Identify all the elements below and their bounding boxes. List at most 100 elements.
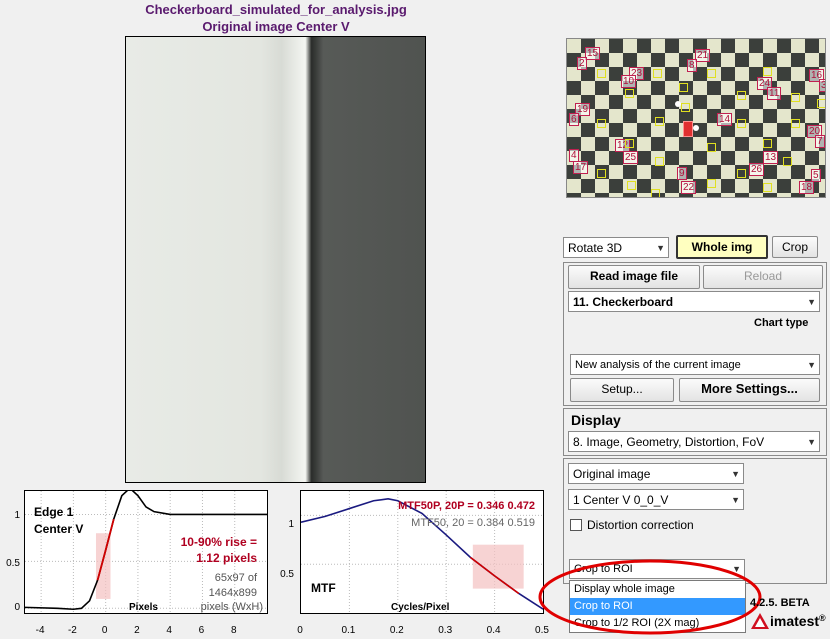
- reload-button[interactable]: Reload: [703, 265, 823, 289]
- roi-number-tag[interactable]: 17: [573, 161, 589, 174]
- more-settings-button[interactable]: More Settings...: [679, 378, 820, 402]
- roi-square-marker: [791, 119, 800, 128]
- chart-thumbnail[interactable]: 1522182310241116319614122520741713269225…: [566, 38, 826, 198]
- mtf-xtick-label: 0: [297, 625, 303, 636]
- roi-number-tag[interactable]: 3: [819, 79, 825, 92]
- edge-xtick-label: 2: [134, 625, 140, 636]
- mtf-ytick-05: 0.5: [280, 569, 294, 580]
- version-label: 4.2.5. BETA: [750, 597, 810, 609]
- roi-number-tag[interactable]: 14: [717, 113, 733, 126]
- roi-square-marker: [653, 69, 662, 78]
- distortion-label: Distortion correction: [587, 518, 694, 532]
- edge-plot-title: Edge 1: [34, 505, 74, 519]
- roi-select-value: 1 Center V 0_0_V: [573, 493, 669, 507]
- chart-select-value: 11. Checkerboard: [573, 295, 674, 309]
- selected-roi-marker: [683, 121, 693, 137]
- edge-ytick-05: 0.5: [6, 558, 20, 569]
- edge-ytick-0: 0: [14, 602, 20, 613]
- roi-size: 65x97 of: [214, 572, 257, 584]
- roi-number-tag[interactable]: 7: [815, 135, 825, 148]
- crop-button[interactable]: Crop: [772, 236, 818, 258]
- roi-square-marker: [737, 169, 746, 178]
- roi-number-tag[interactable]: 22: [681, 181, 697, 194]
- image-subtitle: Original image Center V: [202, 19, 350, 34]
- roi-select[interactable]: 1 Center V 0_0_V ▼: [568, 489, 744, 510]
- roi-square-marker: [625, 139, 634, 148]
- edge-xlabel: Pixels: [129, 602, 158, 613]
- edge-xtick-label: 6: [198, 625, 205, 636]
- roi-square-marker: [597, 69, 606, 78]
- edge-plot-subtitle: Center V: [34, 522, 84, 536]
- image-select-value: Original image: [573, 467, 651, 481]
- rise-value: 1.12 pixels: [196, 551, 257, 565]
- mtf50p-label: MTF50P, 20P = 0.346 0.472: [398, 500, 535, 512]
- chevron-down-icon: ▼: [807, 437, 816, 447]
- size-unit: pixels (WxH): [200, 601, 263, 613]
- roi-square-marker: [627, 181, 636, 190]
- mtf-xtick-label: 0.1: [341, 625, 356, 636]
- mtf-xlabel: Cycles/Pixel: [391, 602, 450, 613]
- mtf-plot: MTF50P, 20P = 0.346 0.472 MTF50, 20 = 0.…: [300, 490, 544, 614]
- roi-square-marker: [817, 99, 825, 108]
- roi-square-marker: [763, 139, 772, 148]
- setup-button[interactable]: Setup...: [570, 378, 674, 402]
- mtf-xtick-label: 0.4: [486, 625, 501, 636]
- roi-square-marker: [597, 119, 606, 128]
- roi-square-marker: [783, 157, 792, 166]
- display-select-value: 8. Image, Geometry, Distortion, FoV: [573, 435, 765, 449]
- chart-select[interactable]: 11. Checkerboard ▼: [568, 291, 820, 312]
- mtf-label: MTF: [311, 581, 336, 595]
- rise-label: 10-90% rise =: [180, 535, 257, 549]
- rotate-select[interactable]: Rotate 3D ▼: [563, 237, 669, 258]
- roi-square-marker: [707, 179, 716, 188]
- roi-square-marker: [737, 119, 746, 128]
- edge-xtick-label: 0: [101, 625, 108, 636]
- roi-square-marker: [707, 143, 716, 152]
- roi-number-tag[interactable]: 2: [577, 57, 587, 70]
- roi-number-tag[interactable]: 21: [695, 49, 711, 62]
- roi-square-marker: [625, 89, 634, 98]
- analysis-select-value: New analysis of the current image: [575, 359, 741, 371]
- roi-square-marker: [763, 67, 772, 76]
- read-image-file-button[interactable]: Read image file: [568, 265, 700, 289]
- chevron-down-icon: ▼: [807, 297, 816, 307]
- roi-number-tag[interactable]: 18: [799, 181, 815, 194]
- roi-square-marker: [655, 157, 664, 166]
- imatest-logo-icon: [750, 612, 772, 630]
- mtf-region: [472, 544, 524, 589]
- chevron-down-icon: ▼: [656, 243, 665, 253]
- roi-square-marker: [737, 91, 746, 100]
- roi-number-tag[interactable]: 13: [763, 151, 779, 164]
- mtf-xtick-label: 0.3: [438, 625, 453, 636]
- distortion-checkbox[interactable]: [570, 519, 582, 531]
- rotate-select-value: Rotate 3D: [568, 241, 623, 255]
- highlight-oval: [538, 559, 762, 635]
- analysis-select[interactable]: New analysis of the current image ▼: [570, 354, 820, 375]
- mtf-xtick-label: 0.2: [389, 625, 404, 636]
- roi-number-tag[interactable]: 10: [621, 75, 637, 88]
- roi-number-tag[interactable]: 6: [569, 113, 579, 126]
- display-select[interactable]: 8. Image, Geometry, Distortion, FoV ▼: [568, 431, 820, 452]
- roi-number-tag[interactable]: 9: [677, 167, 687, 180]
- whole-img-button[interactable]: Whole img: [676, 235, 768, 259]
- edge-xtick-label: 8: [230, 625, 237, 636]
- center-dot-icon: [693, 125, 699, 131]
- edge-image-view: [125, 36, 426, 483]
- image-size: 1464x899: [208, 587, 257, 599]
- edge-xtick-label: 4: [166, 625, 172, 636]
- mtf-ytick-1: 1: [288, 519, 294, 530]
- roi-square-marker: [763, 183, 772, 192]
- chart-type-label: Chart type: [754, 317, 809, 329]
- center-dot-icon: [675, 101, 681, 107]
- roi-number-tag[interactable]: 11: [767, 87, 782, 100]
- edge-ytick-1: 1: [14, 510, 20, 521]
- mtf50-label: MTF50, 20 = 0.384 0.519: [411, 517, 535, 529]
- chevron-down-icon: ▼: [731, 469, 740, 479]
- image-select[interactable]: Original image ▼: [568, 463, 744, 484]
- roi-number-tag[interactable]: 15: [585, 47, 601, 60]
- roi-number-tag[interactable]: 25: [623, 151, 639, 164]
- roi-number-tag[interactable]: 26: [749, 163, 765, 176]
- roi-number-tag[interactable]: 8: [687, 59, 697, 72]
- roi-square-marker: [651, 189, 660, 197]
- edge-xtick-label: -4: [35, 625, 45, 636]
